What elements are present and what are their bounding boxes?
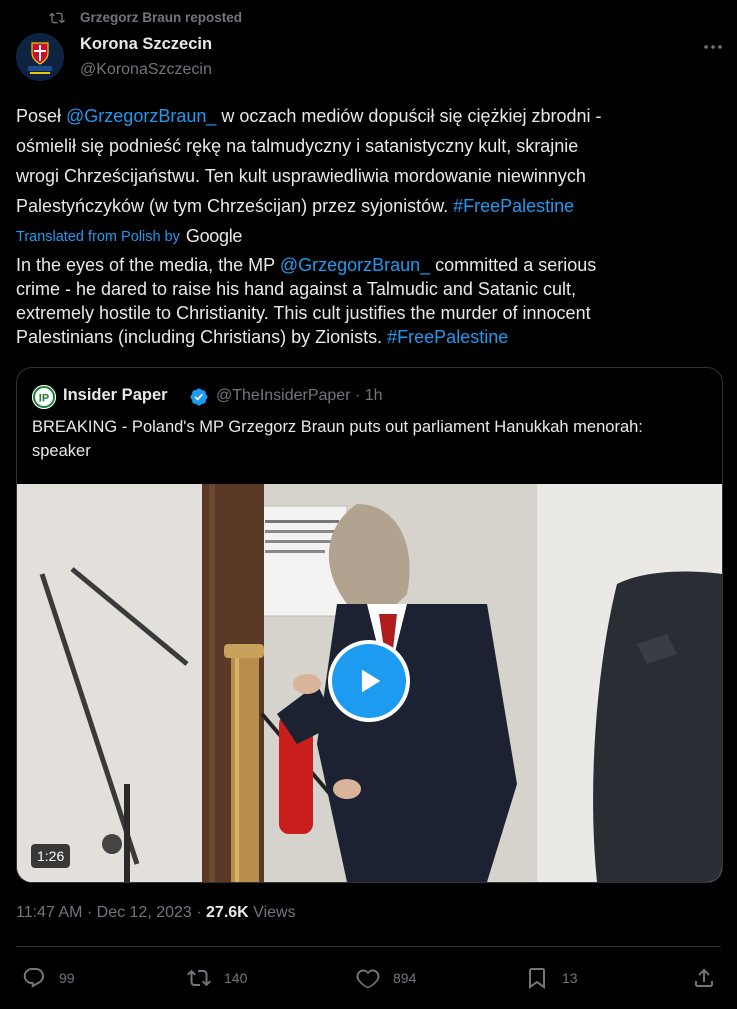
text-line: Poseł (16, 106, 67, 126)
author-handle[interactable]: @KoronaSzczecin (80, 61, 212, 79)
repost-count: 140 (224, 970, 248, 986)
share-button[interactable] (692, 964, 716, 992)
mention-link[interactable]: @GrzegorzBraun_ (280, 255, 430, 275)
text-line: In the eyes of the media, the MP (16, 255, 280, 275)
translation-attribution[interactable]: Translated from Polish by Google (16, 226, 242, 247)
tweet-text-original: Poseł @GrzegorzBraun_ w oczach mediów do… (16, 101, 716, 221)
quote-avatar[interactable]: IP (32, 385, 56, 409)
play-icon (361, 669, 381, 693)
views-label: Views (248, 904, 296, 921)
bookmark-icon (529, 968, 545, 989)
mention-link[interactable]: @GrzegorzBraun_ (66, 106, 216, 126)
svg-text:IP: IP (39, 393, 49, 405)
text-line: extremely hostile to Christianity. This … (16, 303, 591, 323)
quote-text: BREAKING - Poland's MP Grzegorz Braun pu… (32, 418, 643, 460)
like-button[interactable]: 894 (356, 964, 416, 992)
tweet-text-translation: In the eyes of the media, the MP @Grzego… (16, 253, 716, 349)
hashtag-link[interactable]: #FreePalestine (387, 327, 508, 347)
google-logo: Google (185, 226, 243, 246)
quote-author-name[interactable]: Insider Paper (63, 386, 168, 405)
play-button[interactable] (328, 640, 410, 722)
more-icon (704, 45, 722, 49)
text-line: ośmielił się podnieść rękę na talmudyczn… (16, 136, 579, 156)
video-duration: 1:26 (31, 844, 71, 868)
text-line: Palestinians (including Christians) by Z… (16, 327, 388, 347)
text-line: wrogi Chrześcijaństwu. Ten kult usprawie… (16, 166, 586, 186)
more-options-button[interactable] (697, 35, 729, 59)
reply-count: 99 (59, 970, 75, 986)
heart-icon (356, 969, 380, 989)
like-count: 894 (393, 970, 417, 986)
crest-icon (16, 33, 64, 81)
reply-button[interactable]: 99 (22, 964, 75, 992)
author-avatar[interactable] (16, 33, 64, 81)
repost-button[interactable]: 140 (187, 964, 247, 992)
text-line: Palestyńczyków (w tym Chrześcijan) przez… (16, 196, 454, 216)
verified-badge-icon (189, 387, 209, 412)
insider-paper-logo-icon: IP (32, 385, 56, 409)
share-icon (695, 968, 713, 987)
repost-icon (187, 969, 211, 987)
text-line: crime - he dared to raise his hand again… (16, 279, 576, 299)
hashtag-link[interactable]: #FreePalestine (453, 196, 574, 216)
divider (16, 946, 721, 947)
repost-text: Grzegorz Braun reposted (80, 10, 243, 25)
author-name[interactable]: Korona Szczecin (80, 35, 212, 54)
bookmark-count: 13 (562, 970, 578, 986)
tweet-meta: 11:47 AM · Dec 12, 2023 · 27.6K Views (16, 904, 296, 922)
views-count: 27.6K (206, 904, 249, 921)
reply-icon (23, 968, 44, 988)
bookmark-button[interactable]: 13 (525, 964, 578, 992)
quote-handle-time[interactable]: @TheInsiderPaper · 1h (216, 387, 383, 405)
quoted-tweet[interactable]: IP Insider Paper @TheInsiderPaper · 1h B… (16, 367, 723, 883)
text-line: committed a serious (430, 255, 597, 275)
timestamp-link[interactable]: 11:47 AM · Dec 12, 2023 · (16, 904, 206, 921)
text-line: w oczach mediów dopuścił się ciężkiej zb… (216, 106, 602, 126)
video-player[interactable]: 1:26 (17, 484, 722, 882)
repost-icon (49, 12, 65, 24)
translation-label: Translated from Polish by (16, 228, 180, 245)
